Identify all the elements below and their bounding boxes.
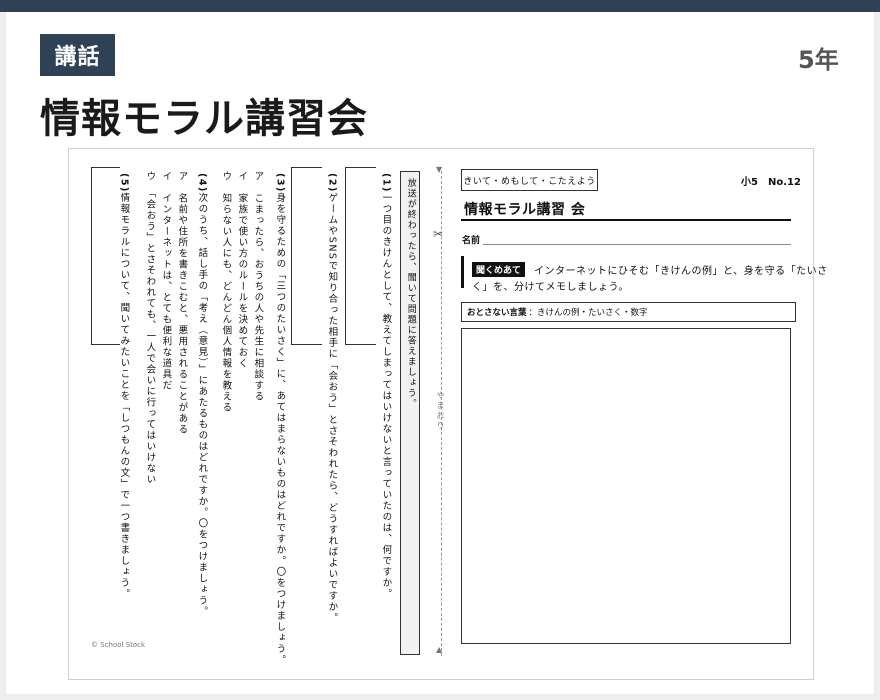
grade-label: 5年 [798, 46, 839, 74]
question-text: 次のうち、話し手の「考え（意見）」にあたるものはどれですか。〇をつけましょう。 [196, 192, 208, 618]
q3-option-a: ア こまったら、おうちの人や先生に相談する [252, 171, 264, 402]
question-3: (3)身を守るための「三つのたいさく」に、あてはまらないものはどれですか。〇をつ… [273, 173, 285, 666]
question-1: (1)一つ目のきけんとして、教えてしまってはいけないと言っていたのは、何ですか。 [379, 173, 391, 600]
name-line [483, 244, 791, 245]
listening-goal-badge: 聞くめあて [472, 262, 525, 277]
key-words-text: ：きけんの例・たいさく・数字 [528, 308, 648, 318]
title-rule [461, 219, 791, 221]
answer-box-1 [345, 167, 376, 345]
page-title: 情報モラル講習会 [40, 96, 368, 142]
q4-option-a: ア 名前や住所を書きこむと、悪用されることがある [176, 171, 188, 435]
worksheet-tag: きいて・めもして・こたえよう [461, 169, 598, 191]
listening-goal-text-1: インターネットにひそむ「きけんの例」と、身を守る「たいさ [534, 266, 828, 277]
worksheet-preview: (5)情報モラルについて、聞いてみたいことを「しつもんの文」で一つ書きましょう。… [68, 148, 827, 680]
question-4: (4)次のうち、話し手の「考え（意見）」にあたるものはどれですか。〇をつけましょ… [195, 173, 207, 617]
q3-option-c: ウ 知らない人にも、どんどん個人情報を教える [220, 171, 232, 413]
question-label: (3) [274, 173, 286, 193]
instruction-text: 放送が終わったら、聞いて問題に答えましょう。 [405, 178, 416, 409]
question-2: (2)ゲームやSNSで知り合った相手に「会おう」とさそわれたら、どうすればよいで… [325, 173, 337, 623]
listening-goal: 聞くめあて インターネットにひそむ「きけんの例」と、身を守る「たいさ く」を、分… [461, 256, 827, 293]
question-label: (5) [118, 173, 130, 193]
question-text: 一つ目のきけんとして、教えてしまってはいけないと言っていたのは、何ですか。 [380, 192, 392, 600]
top-bar [0, 0, 880, 12]
question-text: 情報モラルについて、聞いてみたいことを「しつもんの文」で一つ書きましょう。 [118, 192, 130, 600]
question-label: (1) [380, 173, 392, 193]
q3-option-b: イ 家族で使い方のルールを決めておく [236, 171, 248, 369]
instruction-strip: 放送が終わったら、聞いて問題に答えましょう。 [400, 171, 420, 655]
category-badge: 講話 [40, 34, 115, 76]
key-words-box: おとさない言葉 ：きけんの例・たいさく・数字 [461, 302, 796, 322]
scissors-icon: ✂ [433, 227, 444, 241]
question-5: (5)情報モラルについて、聞いてみたいことを「しつもんの文」で一つ書きましょう。 [117, 173, 129, 600]
q4-option-c: ウ 「会おう」とさそわれても、一人で会いに行ってはいけない [144, 171, 156, 486]
key-words-label: おとさない言葉 [467, 308, 527, 318]
question-label: (4) [196, 173, 208, 193]
listening-goal-text-2: く」を、分けてメモしましょう。 [472, 282, 629, 293]
question-text: 身を守るための「三つのたいさく」に、あてはまらないものはどれですか。〇をつけまし… [274, 192, 286, 666]
memo-box [461, 328, 791, 644]
worksheet-title: 情報モラル講習 会 [464, 202, 586, 218]
fold-arrow-down-icon: ▲ [436, 645, 443, 654]
name-label: 名前 [462, 236, 481, 246]
answer-box-2 [291, 167, 322, 345]
copyright: © School Stock [91, 641, 146, 649]
question-text: ゲームやSNSで知り合った相手に「会おう」とさそわれたら、どうすればよいですか。 [326, 192, 338, 624]
answer-box-5 [91, 167, 120, 345]
q4-option-b: イ インターネットは、とても便利な道具だ [160, 171, 172, 391]
question-label: (2) [326, 173, 338, 193]
fold-label: やまおり [436, 391, 445, 431]
worksheet-number: 小5 No.12 [741, 177, 801, 188]
